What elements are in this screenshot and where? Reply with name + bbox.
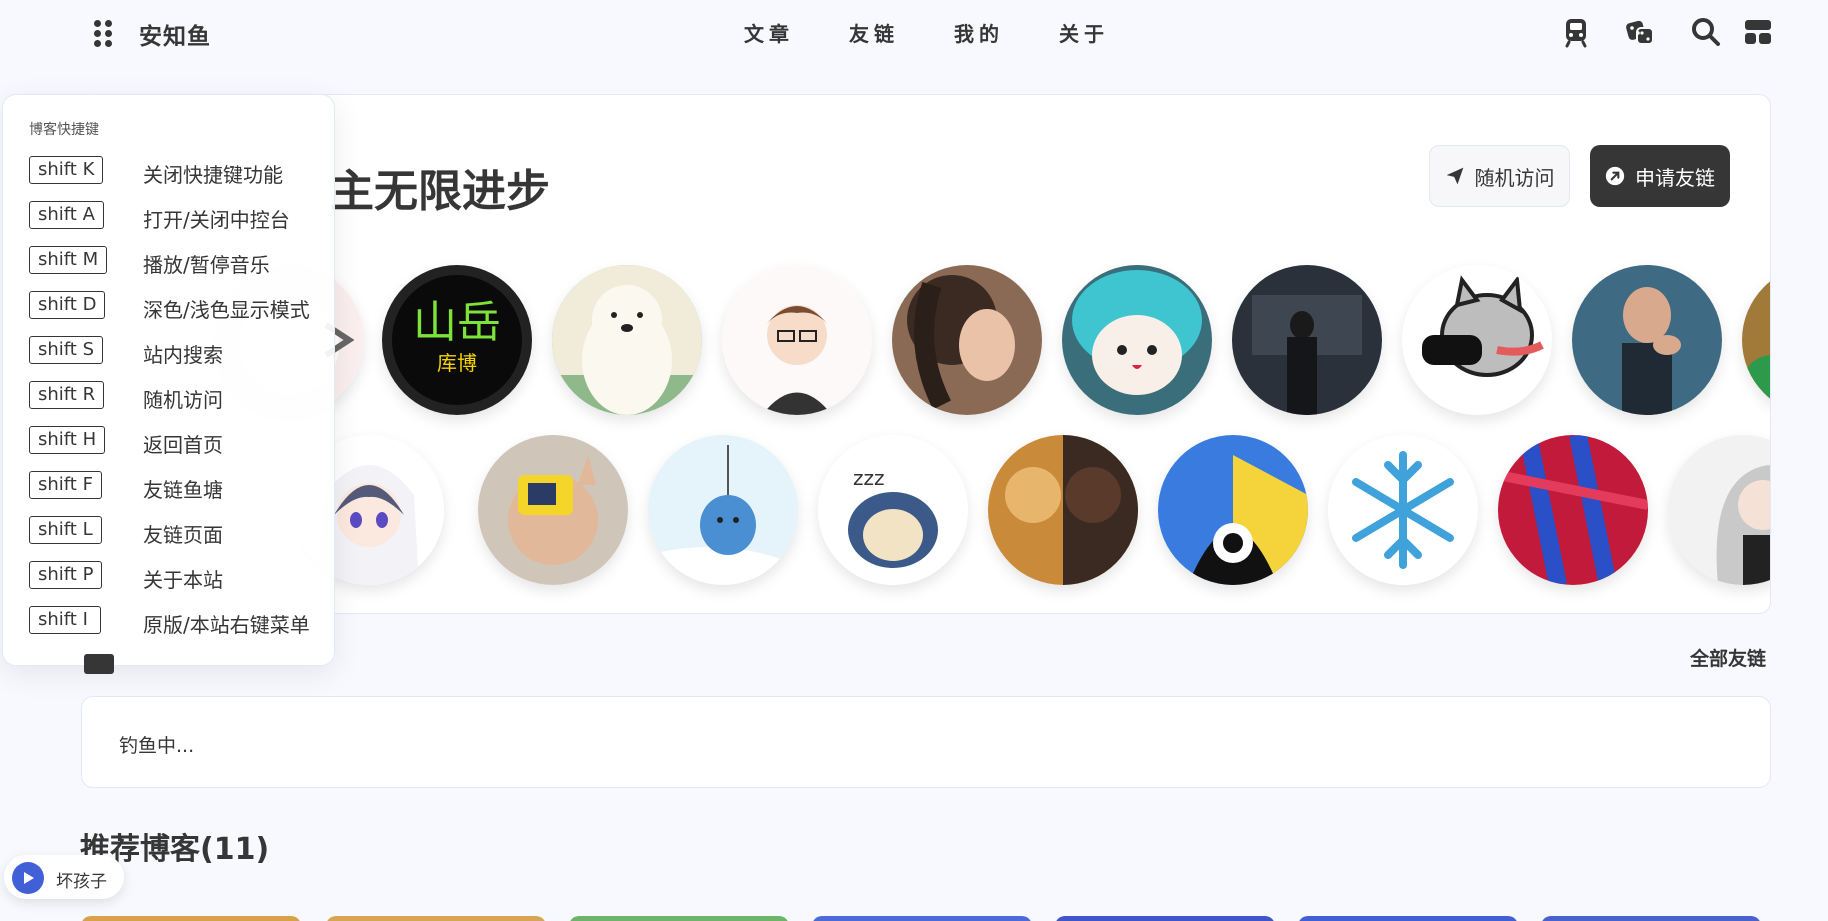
nav-link-friends[interactable]: 友链 <box>849 18 954 47</box>
music-mini-player[interactable]: 坏孩子 <box>4 855 124 899</box>
site-name[interactable]: 安知鱼 <box>139 17 211 51</box>
shortcut-key[interactable]: shift S <box>29 336 104 364</box>
polar-bear-avatar[interactable] <box>552 265 702 415</box>
blog-thumbnail[interactable] <box>812 916 1032 921</box>
blog-thumbnail[interactable] <box>1055 916 1275 921</box>
shortcut-label: 播放/暂停音乐 <box>143 253 270 277</box>
shortcut-key[interactable]: shift K <box>29 156 104 184</box>
shortcut-row: shift K 关闭快捷键功能 <box>29 156 329 187</box>
top-nav: 安知鱼 文章 友链 我的 关于 <box>0 0 1828 66</box>
play-button[interactable] <box>12 862 44 894</box>
random-visit-label: 随机访问 <box>1474 165 1555 190</box>
song-title: 坏孩子 <box>56 872 107 892</box>
shortcut-key[interactable]: shift I <box>29 606 101 634</box>
shanyue-avatar[interactable]: 山岳 库博 <box>382 265 532 415</box>
shortcut-row: shift H 返回首页 <box>29 426 329 457</box>
shortcut-row: shift I 原版/本站右键菜单 <box>29 606 329 637</box>
shortcut-key[interactable]: shift L <box>29 516 102 544</box>
apps-menu-icon[interactable] <box>94 20 112 47</box>
miku-plush-avatar[interactable] <box>1062 265 1212 415</box>
shortcut-row: shift F 友链鱼塘 <box>29 471 329 502</box>
snorlax-avatar[interactable]: zzz <box>818 435 968 585</box>
dice-icon[interactable] <box>1624 16 1656 48</box>
shortcut-key[interactable]: shift R <box>29 381 105 409</box>
shortcut-row: shift R 随机访问 <box>29 381 329 412</box>
console-icon[interactable] <box>1742 16 1774 48</box>
main-nav-links: 文章 友链 我的 关于 <box>744 18 1164 47</box>
penguin-avatar[interactable] <box>648 435 798 585</box>
subway-icon[interactable] <box>1560 16 1592 48</box>
red-fabric-avatar[interactable] <box>1498 435 1648 585</box>
shortcut-row: shift L 友链页面 <box>29 516 329 547</box>
man-photo-avatar[interactable] <box>1572 265 1722 415</box>
snowflake-avatar[interactable] <box>1328 435 1478 585</box>
shortcut-key[interactable]: shift P <box>29 561 103 589</box>
shortcut-label: 关闭快捷键功能 <box>143 163 283 187</box>
moments-icon <box>84 654 114 674</box>
shortcut-key[interactable]: shift A <box>29 201 104 229</box>
blog-thumbnail[interactable] <box>569 916 789 921</box>
nav-link-about[interactable]: 关于 <box>1059 18 1164 47</box>
girl-photo-avatar[interactable] <box>892 265 1042 415</box>
blog-thumbnail[interactable] <box>81 916 301 921</box>
shortcut-row: shift A 打开/关闭中控台 <box>29 201 329 232</box>
cats-painting-avatar[interactable] <box>988 435 1138 585</box>
shortcut-row: shift D 深色/浅色显示模式 <box>29 291 329 322</box>
random-visit-button[interactable]: 随机访问 <box>1429 145 1570 207</box>
paper-plane-icon <box>1446 167 1463 185</box>
nav-right-icons <box>1560 16 1776 50</box>
blog-thumbnail[interactable] <box>326 916 546 921</box>
play-icon <box>24 872 34 884</box>
anime-boy-avatar[interactable] <box>722 265 872 415</box>
shortcut-label: 站内搜索 <box>143 343 223 367</box>
shortcut-row: shift P 关于本站 <box>29 561 329 592</box>
fishing-card: 钓鱼中... <box>81 696 1771 788</box>
avatar-row-2: zzz <box>82 435 1770 585</box>
blue-eye-avatar[interactable] <box>1158 435 1308 585</box>
shortcut-row: shift S 站内搜索 <box>29 336 329 367</box>
all-links-link[interactable]: 全部友链 <box>1690 644 1766 671</box>
shortcut-key[interactable]: shift M <box>29 246 108 274</box>
shortcut-key[interactable]: shift H <box>29 426 106 454</box>
blog-thumbnail[interactable] <box>1298 916 1518 921</box>
nav-link-articles[interactable]: 文章 <box>744 18 849 47</box>
dog-gamepad-avatar[interactable] <box>1402 265 1552 415</box>
blog-thumbnail[interactable] <box>1541 916 1761 921</box>
shortcut-label: 原版/本站右键菜单 <box>143 613 310 637</box>
fishing-status: 钓鱼中... <box>119 735 195 757</box>
shortcut-label: 打开/关闭中控台 <box>143 208 290 232</box>
search-icon[interactable] <box>1690 16 1722 48</box>
shortcut-row: shift M 播放/暂停音乐 <box>29 246 329 277</box>
shortcut-panel: 博客快捷键 shift K 关闭快捷键功能 shift A 打开/关闭中控台 s… <box>2 94 335 666</box>
shortcut-label: 深色/浅色显示模式 <box>143 298 310 322</box>
shortcut-key[interactable]: shift F <box>29 471 102 499</box>
apply-link-button[interactable]: 申请友链 <box>1590 145 1730 207</box>
shortcut-label: 友链页面 <box>143 523 223 547</box>
child-photo-avatar[interactable] <box>478 435 628 585</box>
shortcut-panel-title: 博客快捷键 <box>29 122 99 138</box>
avatar-row-1: 山岳 库博 <box>82 265 1770 415</box>
shortcut-label: 友链鱼塘 <box>143 478 223 502</box>
apply-link-label: 申请友链 <box>1635 165 1715 190</box>
partial-avatar[interactable] <box>1742 265 1770 415</box>
arrow-up-right-icon <box>1605 166 1625 186</box>
dark-photo-avatar[interactable] <box>1232 265 1382 415</box>
silver-hair-avatar[interactable] <box>1668 435 1770 585</box>
recommend-thumbnails <box>81 916 1771 921</box>
nav-link-mine[interactable]: 我的 <box>954 18 1059 47</box>
shortcut-key[interactable]: shift D <box>29 291 106 319</box>
links-card-title: 主无限进步 <box>330 166 550 217</box>
svg-text:库博: 库博 <box>437 351 477 375</box>
shortcut-label: 随机访问 <box>143 388 223 412</box>
svg-text:山岳: 山岳 <box>413 297 501 348</box>
svg-text:zzz: zzz <box>853 466 885 490</box>
shortcut-label: 关于本站 <box>143 568 223 592</box>
shortcut-label: 返回首页 <box>143 433 223 457</box>
